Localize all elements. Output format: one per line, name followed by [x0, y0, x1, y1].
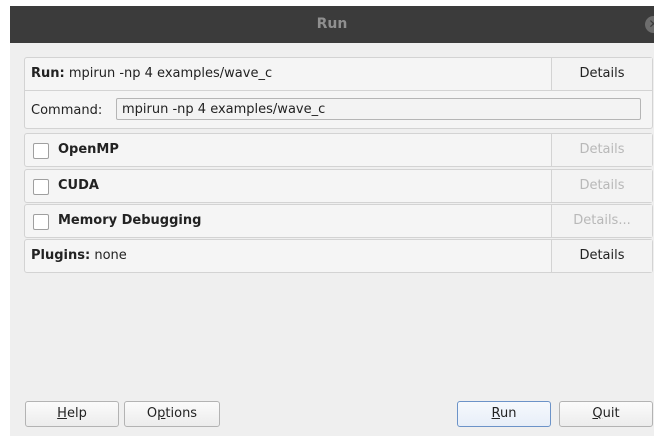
run-button[interactable]: Run [457, 401, 551, 427]
cuda-details-button[interactable]: Details [551, 170, 652, 202]
memory-debugging-details-button[interactable]: Details... [551, 205, 652, 237]
memory-debugging-label: Memory Debugging [58, 213, 202, 228]
cuda-panel: CUDA Details [24, 169, 653, 203]
options-button[interactable]: Options [124, 401, 220, 427]
quit-rest: uit [602, 406, 620, 421]
title-bar: Run ✕ [10, 6, 654, 43]
plugins-panel: Plugins: none Details [24, 239, 653, 273]
plugins-value: none [94, 248, 127, 263]
help-rest: elp [66, 406, 87, 421]
options-pre: O [146, 406, 158, 421]
help-mnemonic: H [57, 406, 67, 421]
run-label: Run: [31, 66, 65, 81]
divider [25, 90, 652, 91]
plugins-details-button[interactable]: Details [551, 240, 652, 272]
openmp-label: OpenMP [58, 142, 119, 157]
openmp-details-button[interactable]: Details [551, 134, 652, 166]
memory-debugging-checkbox[interactable] [33, 214, 49, 230]
openmp-checkbox[interactable] [33, 143, 49, 159]
cuda-checkbox[interactable] [33, 179, 49, 195]
run-summary: Run: mpirun -np 4 examples/wave_c [31, 66, 272, 81]
command-label: Command: [31, 103, 103, 118]
help-button[interactable]: Help [25, 401, 119, 427]
run-mnemonic: R [491, 406, 500, 421]
command-field[interactable]: mpirun -np 4 examples/wave_c [116, 98, 641, 120]
quit-mnemonic: Q [592, 406, 603, 421]
memory-debugging-panel: Memory Debugging Details... [24, 204, 653, 238]
run-dialog: Run ✕ Run: mpirun -np 4 examples/wave_c … [10, 6, 654, 436]
run-value: mpirun -np 4 examples/wave_c [68, 66, 273, 81]
run-panel: Run: mpirun -np 4 examples/wave_c Detail… [24, 57, 653, 129]
options-rest: tions [165, 406, 198, 421]
plugins-summary: Plugins: none [31, 248, 127, 263]
cuda-label: CUDA [58, 178, 99, 193]
openmp-panel: OpenMP Details [24, 133, 653, 167]
run-details-button[interactable]: Details [551, 58, 652, 90]
quit-button[interactable]: Quit [559, 401, 653, 427]
plugins-label: Plugins: [31, 248, 91, 263]
run-rest: un [499, 406, 517, 421]
window-title: Run [316, 16, 348, 32]
